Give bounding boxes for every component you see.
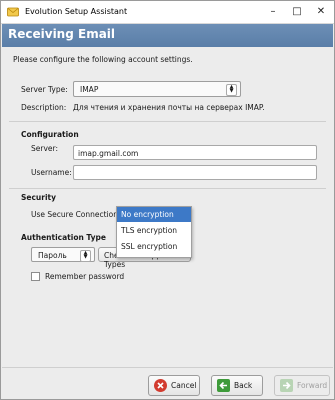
description-value: Для чтения и хранения почты на серверах … (73, 103, 265, 112)
cancel-label: Cancel (171, 381, 197, 390)
page-banner: Receiving Email (2, 24, 333, 47)
minimize-icon[interactable]: – (261, 1, 285, 23)
remember-password-label: Remember password (45, 272, 125, 281)
window-title: Evolution Setup Assistant (25, 7, 128, 16)
updown-arrows-icon: ▲ ▼ (226, 84, 237, 96)
server-value: imap.gmail.com (78, 149, 139, 158)
updown-arrows-icon: ▲ ▼ (80, 250, 91, 262)
auth-type-select[interactable]: Пароль ▲ ▼ (31, 247, 95, 262)
close-icon[interactable]: ✕ (309, 1, 333, 23)
evolution-app-icon (7, 7, 19, 17)
username-input[interactable] (73, 165, 317, 180)
forward-button[interactable]: Forward (274, 375, 330, 396)
secure-connection-dropdown: No encryption TLS encryption SSL encrypt… (116, 206, 192, 258)
server-label: Server: (31, 144, 58, 153)
security-heading: Security (21, 193, 57, 202)
remember-password-checkbox[interactable] (31, 272, 40, 281)
forward-arrow-icon (280, 379, 293, 392)
title-bar: Evolution Setup Assistant – □ ✕ (1, 1, 334, 24)
forward-label: Forward (297, 381, 328, 390)
back-button[interactable]: Back (211, 375, 263, 396)
username-label: Username: (31, 168, 72, 177)
cancel-button[interactable]: Cancel (148, 375, 200, 396)
option-tls-encryption[interactable]: TLS encryption (117, 223, 191, 238)
button-bar: Cancel Back Forward (2, 368, 333, 399)
use-secure-connection-label: Use Secure Connection: (31, 210, 121, 219)
server-type-select[interactable]: IMAP ▲ ▼ (73, 81, 241, 97)
option-no-encryption[interactable]: No encryption (117, 207, 191, 222)
cancel-icon (154, 379, 167, 392)
separator (9, 188, 326, 189)
server-type-label: Server Type: (21, 85, 68, 94)
setup-assistant-window: Evolution Setup Assistant – □ ✕ Receivin… (0, 0, 335, 400)
back-arrow-icon (217, 379, 230, 392)
page-title: Receiving Email (8, 27, 116, 41)
server-type-value: IMAP (80, 85, 99, 94)
configuration-heading: Configuration (21, 130, 79, 139)
server-input[interactable]: imap.gmail.com (73, 145, 317, 160)
option-ssl-encryption[interactable]: SSL encryption (117, 239, 191, 254)
back-label: Back (234, 381, 253, 390)
separator (9, 121, 326, 122)
description-label: Description: (21, 103, 67, 112)
intro-text: Please configure the following account s… (13, 55, 193, 64)
authentication-heading: Authentication Type (21, 233, 106, 242)
maximize-icon[interactable]: □ (285, 1, 309, 23)
auth-type-value: Пароль (38, 251, 67, 260)
